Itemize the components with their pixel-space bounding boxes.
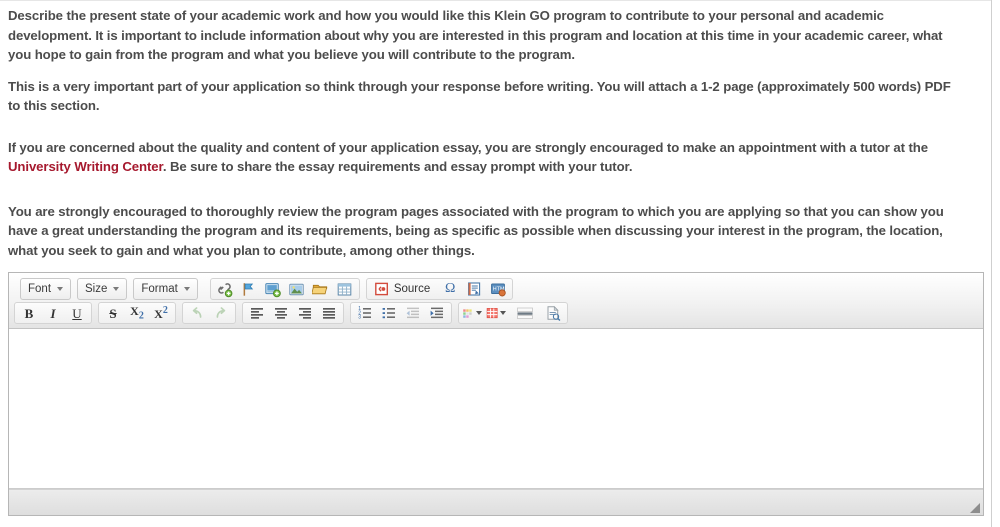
format-combo-label: Format <box>141 283 178 295</box>
strikethrough-icon: S <box>109 305 117 321</box>
text-color-icon <box>463 309 472 318</box>
background-color-button[interactable] <box>486 303 508 323</box>
file-browser-icon <box>312 284 328 294</box>
horizontal-rule-button[interactable] <box>510 303 540 323</box>
italic-button[interactable]: I <box>42 303 64 323</box>
rich-text-editor[interactable]: Font Size Format Source Ω HT L B I U S X… <box>8 272 984 516</box>
numbered-list-icon: 123 <box>358 306 371 321</box>
undo-button[interactable] <box>186 303 208 323</box>
instructions-paragraph-2: This is a very important part of your ap… <box>8 78 951 114</box>
underline-button[interactable]: U <box>66 303 88 323</box>
increase-indent-icon <box>430 307 443 319</box>
resize-grip-icon[interactable] <box>968 501 980 513</box>
combo-group: Font Size Format <box>14 278 204 300</box>
editor-content-area[interactable] <box>9 329 983 489</box>
colors-and-misc-group <box>458 302 568 324</box>
lists-group: 123 <box>350 302 452 324</box>
redo-icon <box>216 307 226 318</box>
chevron-down-icon <box>183 287 190 291</box>
superscript-icon: X2 <box>154 305 168 321</box>
size-combo[interactable]: Size <box>77 278 128 300</box>
toolbar-row-1: Font Size Format Source Ω HT L <box>11 277 981 301</box>
align-right-icon <box>299 308 311 319</box>
university-writing-center-link[interactable]: University Writing Center <box>8 159 163 174</box>
font-combo-label: Font <box>28 283 52 295</box>
align-justify-icon <box>323 308 335 319</box>
subscript-icon: X2 <box>130 303 144 322</box>
align-center-icon <box>275 308 287 319</box>
paragraph-3-after-text: . Be sure to share the essay requirement… <box>162 159 633 174</box>
page-properties-button[interactable] <box>463 279 485 299</box>
chevron-down-icon <box>476 311 482 315</box>
decrease-indent-button[interactable] <box>402 303 424 323</box>
anchor-button[interactable] <box>238 279 260 299</box>
undo-icon <box>192 307 202 318</box>
insert-group <box>209 278 360 300</box>
strikethrough-button[interactable]: S <box>102 303 124 323</box>
page-right-border <box>991 0 992 527</box>
increase-indent-button[interactable] <box>426 303 448 323</box>
align-right-button[interactable] <box>294 303 316 323</box>
superscript-button[interactable]: X2 <box>150 303 172 323</box>
special-character-button[interactable]: Ω <box>439 279 461 299</box>
chevron-down-icon <box>113 287 120 291</box>
link-icon <box>218 282 233 297</box>
source-icon <box>374 282 388 296</box>
align-justify-button[interactable] <box>318 303 340 323</box>
underline-icon: U <box>72 305 82 321</box>
subscript-button[interactable]: X2 <box>126 303 148 323</box>
instructions-paragraph-3: If you are concerned about the quality a… <box>8 138 956 177</box>
table-button[interactable] <box>334 279 356 299</box>
history-group <box>182 302 236 324</box>
source-button-label: Source <box>393 283 431 295</box>
alignment-group <box>242 302 344 324</box>
templates-icon <box>547 305 561 321</box>
instructions-paragraph-4: You are strongly encouraged to thoroughl… <box>8 203 944 258</box>
instructions-paragraph-1: Describe the present state of your acade… <box>8 8 943 62</box>
bold-icon: B <box>24 305 34 321</box>
align-left-icon <box>251 308 263 319</box>
basic-styles-group: B I U <box>14 302 92 324</box>
font-combo[interactable]: Font <box>20 278 72 300</box>
bulleted-list-button[interactable] <box>378 303 400 323</box>
italic-icon: I <box>50 305 56 321</box>
file-browser-button[interactable] <box>310 279 332 299</box>
image-button[interactable] <box>286 279 308 299</box>
editor-toolbar: Font Size Format Source Ω HT L B I U S X… <box>9 273 983 329</box>
extra-styles-group: S X2 X2 <box>98 302 176 324</box>
editor-status-bar <box>9 489 983 515</box>
paragraph-3-before-text: If you are concerned about the quality a… <box>8 139 928 155</box>
insert-media-icon <box>265 282 282 297</box>
image-icon <box>289 283 305 295</box>
chevron-down-icon <box>500 311 506 315</box>
text-color-button[interactable] <box>462 303 484 323</box>
templates-button[interactable] <box>542 303 564 323</box>
link-button[interactable] <box>214 279 236 299</box>
table-icon <box>338 283 352 295</box>
html-snippet-icon: HTML <box>491 283 506 297</box>
page-top-rule <box>0 0 992 1</box>
chevron-down-icon <box>57 287 64 291</box>
bold-button[interactable]: B <box>18 303 40 323</box>
html-snippet-button[interactable]: HTML <box>487 279 509 299</box>
svg-text:3: 3 <box>358 315 361 321</box>
bulleted-list-icon <box>382 308 395 319</box>
redo-button[interactable] <box>210 303 232 323</box>
format-combo[interactable]: Format <box>133 278 198 300</box>
omega-icon: Ω <box>445 281 456 296</box>
numbered-list-button[interactable]: 123 <box>354 303 376 323</box>
tools-group: Source Ω HT L <box>365 278 514 300</box>
source-button[interactable]: Source <box>371 279 436 299</box>
align-center-button[interactable] <box>270 303 292 323</box>
anchor-icon <box>243 282 254 296</box>
size-combo-label: Size <box>85 283 108 295</box>
toolbar-row-2: B I U S X2 X2 1 2 3 <box>11 301 981 325</box>
background-color-icon <box>486 308 498 319</box>
page-properties-icon <box>468 282 481 296</box>
horizontal-rule-icon <box>517 307 533 320</box>
insert-media-button[interactable] <box>262 279 284 299</box>
align-left-button[interactable] <box>246 303 268 323</box>
instructions-content: Describe the present state of your acade… <box>0 0 974 260</box>
decrease-indent-icon <box>406 307 419 319</box>
